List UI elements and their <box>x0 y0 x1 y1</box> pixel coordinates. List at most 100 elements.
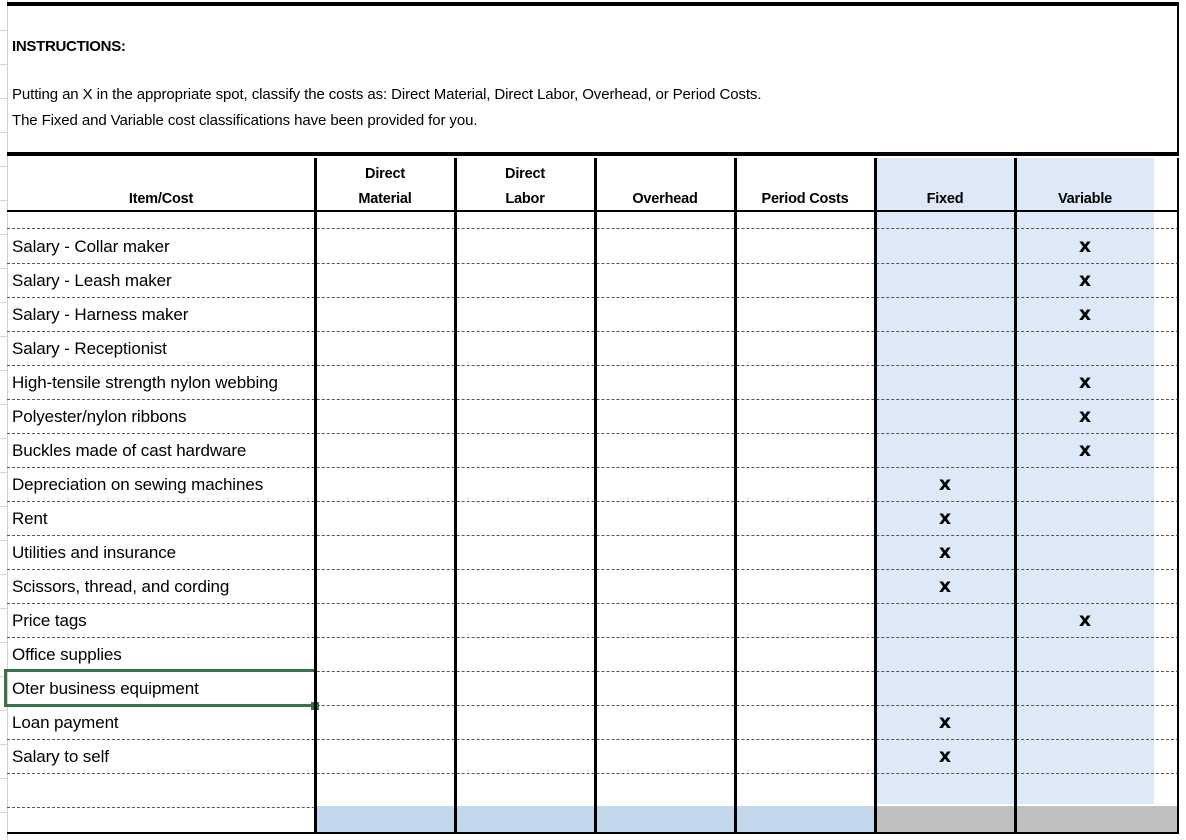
instructions-box: INSTRUCTIONS: Putting an X in the approp… <box>7 2 1179 156</box>
item-cost-cell[interactable]: Salary - Leash maker <box>12 271 172 291</box>
instructions-title: INSTRUCTIONS: <box>12 38 126 55</box>
column-divider <box>1014 158 1017 834</box>
fixed-cell[interactable]: x <box>925 541 965 563</box>
variable-cell[interactable]: x <box>1065 439 1105 461</box>
variable-cell[interactable]: x <box>1065 371 1105 393</box>
row-header-divider <box>0 268 7 269</box>
item-cost-cell[interactable]: Office supplies <box>12 645 122 665</box>
row-header-divider <box>0 744 7 745</box>
table-row <box>7 774 1179 808</box>
header-item-cost-label: Item/Cost <box>128 191 194 207</box>
fixed-cell[interactable]: x <box>925 745 965 767</box>
header-direct-material[interactable]: Direct Material <box>315 158 455 212</box>
header-item-cost[interactable]: Item/Cost <box>7 158 315 212</box>
fixed-cell[interactable]: x <box>925 575 965 597</box>
table-row: Salary - Harness maker x <box>7 298 1179 332</box>
table-row: Office supplies <box>7 638 1179 672</box>
table-row: Rent x <box>7 502 1179 536</box>
item-cost-cell[interactable]: Salary to self <box>12 747 109 767</box>
item-cost-cell[interactable]: Rent <box>12 509 48 529</box>
item-cost-cell[interactable]: Salary - Collar maker <box>12 237 170 257</box>
row-header-divider <box>0 234 7 235</box>
table-row: High-tensile strength nylon webbing x <box>7 366 1179 400</box>
total-row <box>7 806 1179 832</box>
table-row: Salary - Leash maker x <box>7 264 1179 298</box>
table-row: Salary - Receptionist <box>7 332 1179 366</box>
item-cost-cell[interactable]: High-tensile strength nylon webbing <box>12 373 278 393</box>
item-cost-cell[interactable]: Salary - Receptionist <box>12 339 167 359</box>
row-header-divider <box>0 540 7 541</box>
header-direct-material-line2: Material <box>358 191 412 207</box>
row-header-divider <box>0 642 7 643</box>
instructions-line-2: The Fixed and Variable cost classificati… <box>12 112 478 129</box>
row-header-divider <box>0 404 7 405</box>
table-row: Polyester/nylon ribbons x <box>7 400 1179 434</box>
table-row: Salary - Collar maker x <box>7 230 1179 264</box>
header-variable-label: Variable <box>1057 191 1113 207</box>
table-row: Loan payment x <box>7 706 1179 740</box>
row-header-divider <box>0 30 7 31</box>
variable-cell[interactable]: x <box>1065 235 1105 257</box>
column-divider <box>874 158 877 834</box>
row-header-divider <box>0 710 7 711</box>
column-divider <box>734 158 737 834</box>
variable-cell[interactable]: x <box>1065 609 1105 631</box>
header-period-costs-label: Period Costs <box>761 191 849 207</box>
table-row: Depreciation on sewing machines x <box>7 468 1179 502</box>
spacer-row-border <box>7 228 1179 229</box>
row-header-divider <box>0 98 7 99</box>
row-header-divider <box>0 438 7 439</box>
row-header-divider <box>0 608 7 609</box>
column-divider <box>454 158 457 834</box>
header-direct-labor[interactable]: Direct Labor <box>455 158 595 212</box>
item-cost-cell[interactable]: Utilities and insurance <box>12 543 176 563</box>
active-cell-selection[interactable] <box>4 669 317 707</box>
header-direct-labor-line1: Direct <box>505 166 545 182</box>
row-header-divider <box>0 64 7 65</box>
item-cost-cell[interactable]: Scissors, thread, and cording <box>12 577 229 597</box>
header-bottom-border <box>7 210 1179 212</box>
table-row: Salary to self x <box>7 740 1179 774</box>
row-header-divider <box>0 812 7 813</box>
row-header-divider <box>0 200 7 201</box>
row-header-divider <box>0 132 7 133</box>
row-header-divider <box>0 370 7 371</box>
column-divider <box>314 158 317 834</box>
item-cost-cell[interactable]: Price tags <box>12 611 87 631</box>
item-cost-cell[interactable]: Buckles made of cast hardware <box>12 441 246 461</box>
row-header-divider <box>0 166 7 167</box>
row-header-divider <box>0 336 7 337</box>
row-header-divider <box>0 472 7 473</box>
total-cell-fixed[interactable] <box>875 806 1179 832</box>
table-bottom-border <box>7 832 1179 834</box>
header-fixed-label: Fixed <box>926 191 964 207</box>
table-row: Utilities and insurance x <box>7 536 1179 570</box>
column-divider <box>594 158 597 834</box>
header-direct-material-line1: Direct <box>365 166 405 182</box>
row-header-divider <box>0 506 7 507</box>
table-right-border <box>1177 158 1179 834</box>
item-cost-cell[interactable]: Salary - Harness maker <box>12 305 188 325</box>
fixed-cell[interactable]: x <box>925 711 965 733</box>
item-cost-cell[interactable]: Loan payment <box>12 713 119 733</box>
row-header-divider <box>0 778 7 779</box>
instructions-line-1: Putting an X in the appropriate spot, cl… <box>12 86 762 103</box>
header-overhead[interactable]: Overhead <box>595 158 735 212</box>
variable-cell[interactable]: x <box>1065 405 1105 427</box>
header-direct-labor-line2: Labor <box>505 191 545 207</box>
fixed-cell[interactable]: x <box>925 507 965 529</box>
table-row: Price tags x <box>7 604 1179 638</box>
variable-cell[interactable]: x <box>1065 269 1105 291</box>
header-variable[interactable]: Variable <box>1015 158 1155 212</box>
table-row: Scissors, thread, and cording x <box>7 570 1179 604</box>
table-row: Buckles made of cast hardware x <box>7 434 1179 468</box>
row-header-divider <box>0 302 7 303</box>
fixed-cell[interactable]: x <box>925 473 965 495</box>
header-period-costs[interactable]: Period Costs <box>735 158 875 212</box>
row-header-divider <box>0 574 7 575</box>
variable-cell[interactable]: x <box>1065 303 1105 325</box>
header-overhead-label: Overhead <box>632 191 698 207</box>
item-cost-cell[interactable]: Polyester/nylon ribbons <box>12 407 187 427</box>
item-cost-cell[interactable]: Depreciation on sewing machines <box>12 475 263 495</box>
header-fixed[interactable]: Fixed <box>875 158 1015 212</box>
